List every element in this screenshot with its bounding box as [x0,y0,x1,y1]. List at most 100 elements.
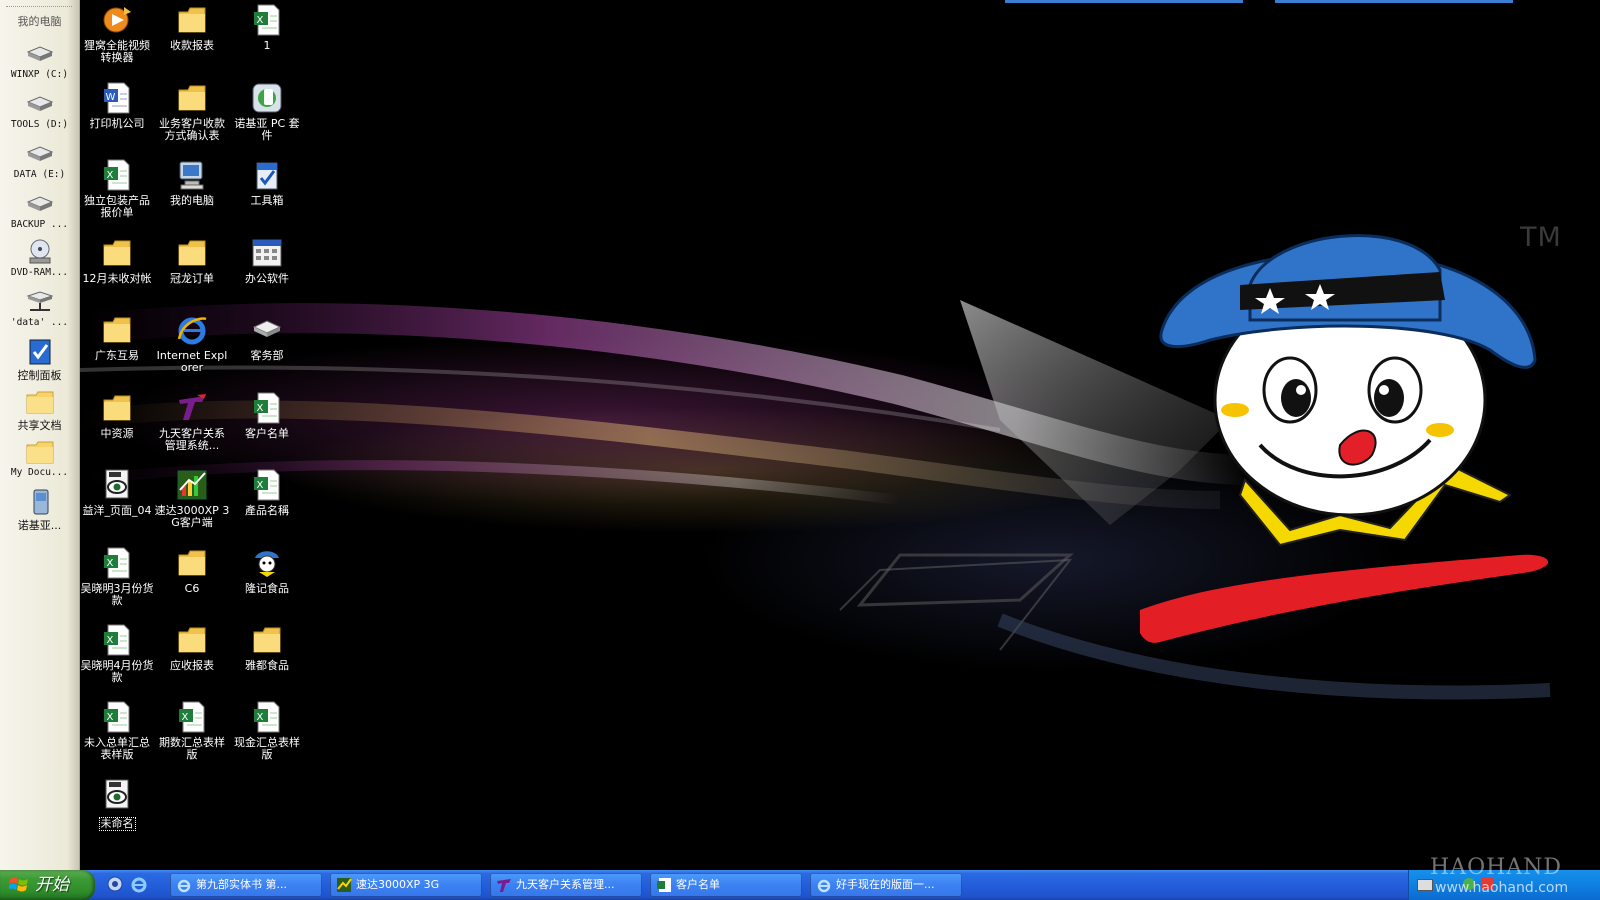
top-blue-bar [1275,0,1513,3]
watermark-brand: HAOHAND [1430,855,1563,880]
crm-app-icon [179,394,206,420]
taskbar-item-ie-layout[interactable]: 好手现在的版面一... [810,873,962,897]
desktop-icon-video-converter[interactable]: 狸窝全能视频转换器 [78,3,156,64]
desktop-icon-customer-service[interactable]: 客务部 [228,313,306,362]
folder-icon [253,627,281,653]
sidebar-item-control-panel[interactable]: 控制面板 [0,338,79,383]
sidebar-item-label: WINXP (C:) [10,69,69,80]
taskbar-item-suda[interactable]: 速达3000XP 3G [330,873,482,897]
sidebar-item-drive-c[interactable]: WINXP (C:) [0,40,79,80]
svg-text:X: X [107,712,114,723]
excel-file-icon: X [179,701,205,733]
desktop-icon-untitled[interactable]: 未命名 [78,778,156,831]
desktop-icon-internet-explorer[interactable]: Internet Explorer [153,313,231,374]
nokia-suite-icon [252,83,282,113]
quick-launch-bar [104,875,154,895]
desktop-icon-wu-march-payment[interactable]: X 吴晓明3月份货款 [78,546,156,607]
internet-explorer-icon[interactable] [130,875,148,893]
folder-icon [178,550,206,576]
desktop-icon-suda-3000xp[interactable]: 速达3000XP 3G客户端 [153,468,231,529]
folder-icon [178,7,206,33]
sidebar-item-label: BACKUP ... [10,219,69,230]
internet-explorer-icon [817,879,831,893]
my-computer-sidebar: 我的电脑 WINXP (C:) TOOLS (D:) DATA (E:) BAC… [0,0,80,870]
folder-icon [178,627,206,653]
sidebar-item-shared-docs[interactable]: 共享文档 [0,388,79,433]
svg-text:X: X [257,403,264,414]
excel-file-icon: X [254,392,280,424]
desktop-icon-receivables-report[interactable]: 应收报表 [153,623,231,672]
desktop-icon-period-summary[interactable]: X 期数汇总表样版 [153,700,231,761]
desktop-icon-longji-food[interactable]: 隆记食品 [228,546,306,595]
sidebar-item-label: DATA (E:) [13,169,66,180]
desktop-icon-crm-system[interactable]: 九天客户关系管理系统... [153,391,231,452]
folder-icon [103,317,131,343]
hard-drive-icon [26,196,53,211]
show-desktop-icon[interactable] [106,875,124,893]
taskbar-item-customer-list[interactable]: 客户名单 [650,873,802,897]
start-button[interactable]: 开始 [0,870,95,900]
sidebar-item-label: 'data' ... [10,317,69,328]
desktop-icon-nokia-pc-suite[interactable]: 诺基亚 PC 套件 [228,81,306,142]
desktop-icon-yadu-food[interactable]: 雅都食品 [228,623,306,672]
desktop-icon-office-software[interactable]: 办公软件 [228,236,306,285]
crm-app-icon [497,879,511,892]
desktop-icon-product-names[interactable]: X 產品名稱 [228,468,306,517]
desktop[interactable]: 我的电脑 WINXP (C:) TOOLS (D:) DATA (E:) BAC… [0,0,1600,870]
control-panel-icon [29,339,50,365]
svg-text:X: X [107,635,114,646]
desktop-icon-customer-list[interactable]: X 客户名单 [228,391,306,440]
dvd-drive-icon [29,239,50,264]
sidebar-item-nokia[interactable]: 诺基亚... [0,488,79,533]
sidebar-item-label: 共享文档 [17,419,62,432]
desktop-icon-zhongziyuan[interactable]: 中资源 [78,391,156,440]
svg-text:X: X [257,712,264,723]
excel-file-icon: X [104,159,130,191]
desktop-icon-price-list[interactable]: X 独立包装产品报价单 [78,158,156,219]
svg-text:X: X [107,558,114,569]
sidebar-item-dvd[interactable]: DVD-RAM... [0,238,79,278]
sidebar-item-drive-d[interactable]: TOOLS (D:) [0,90,79,130]
image-viewer-icon [105,779,129,809]
desktop-icon-receipts-report[interactable]: 收款报表 [153,3,231,52]
excel-file-icon: X [104,547,130,579]
sidebar-item-network-data[interactable]: 'data' ... [0,288,79,328]
sidebar-item-backup[interactable]: BACKUP ... [0,190,79,230]
desktop-icon-toolbox[interactable]: 工具箱 [228,158,306,207]
accounting-app-icon [177,470,207,500]
office-software-icon [252,239,282,267]
taskbar-item-crm[interactable]: 九天客户关系管理... [490,873,642,897]
desktop-icon-wu-april-payment[interactable]: X 吴晓明4月份货款 [78,623,156,684]
keyboard-icon[interactable] [1417,879,1433,891]
toolbox-icon [256,162,278,190]
desktop-icon-c6[interactable]: C6 [153,546,231,595]
desktop-icon-printer-company[interactable]: W 打印机公司 [78,81,156,130]
taskbar-item-ie-book[interactable]: 第九部实体书 第... [170,873,322,897]
sidebar-item-label: DVD-RAM... [10,267,69,278]
sidebar-divider [6,6,72,7]
desktop-icon-1[interactable]: X 1 [228,3,306,52]
my-computer-icon [179,161,204,190]
desktop-icon-unentered-summary[interactable]: X 未入总单汇总表样版 [78,700,156,761]
sidebar-title: 我的电脑 [17,15,62,28]
desktop-icon-december-unreceived[interactable]: 12月未收对帐 [78,236,156,285]
folder-icon [103,395,131,421]
desktop-icon-guangdong-huyi[interactable]: 广东互易 [78,313,156,362]
mascot-logo [1140,234,1549,643]
windows-flag-icon [9,877,28,892]
start-label: 开始 [35,875,69,895]
desktop-icon-payment-confirm[interactable]: 业务客户收款方式确认表 [153,81,231,142]
video-converter-icon [103,7,131,33]
svg-text:X: X [182,712,189,723]
desktop-icon-cash-summary[interactable]: X 现金汇总表样版 [228,700,306,761]
sidebar-item-my-documents[interactable]: My Docu... [0,438,79,478]
sidebar-item-label: 控制面板 [17,369,62,382]
network-drive-icon [252,320,282,337]
folder-icon [26,391,53,414]
desktop-icon-my-computer[interactable]: 我的电脑 [153,158,231,207]
sidebar-item-drive-e[interactable]: DATA (E:) [0,140,79,180]
desktop-icon-yiyang-page[interactable]: 益洋_页面_04 [78,468,156,517]
top-blue-bar [1005,0,1243,3]
svg-text:W: W [106,92,116,103]
desktop-icon-guanlong-orders[interactable]: 冠龙订单 [153,236,231,285]
